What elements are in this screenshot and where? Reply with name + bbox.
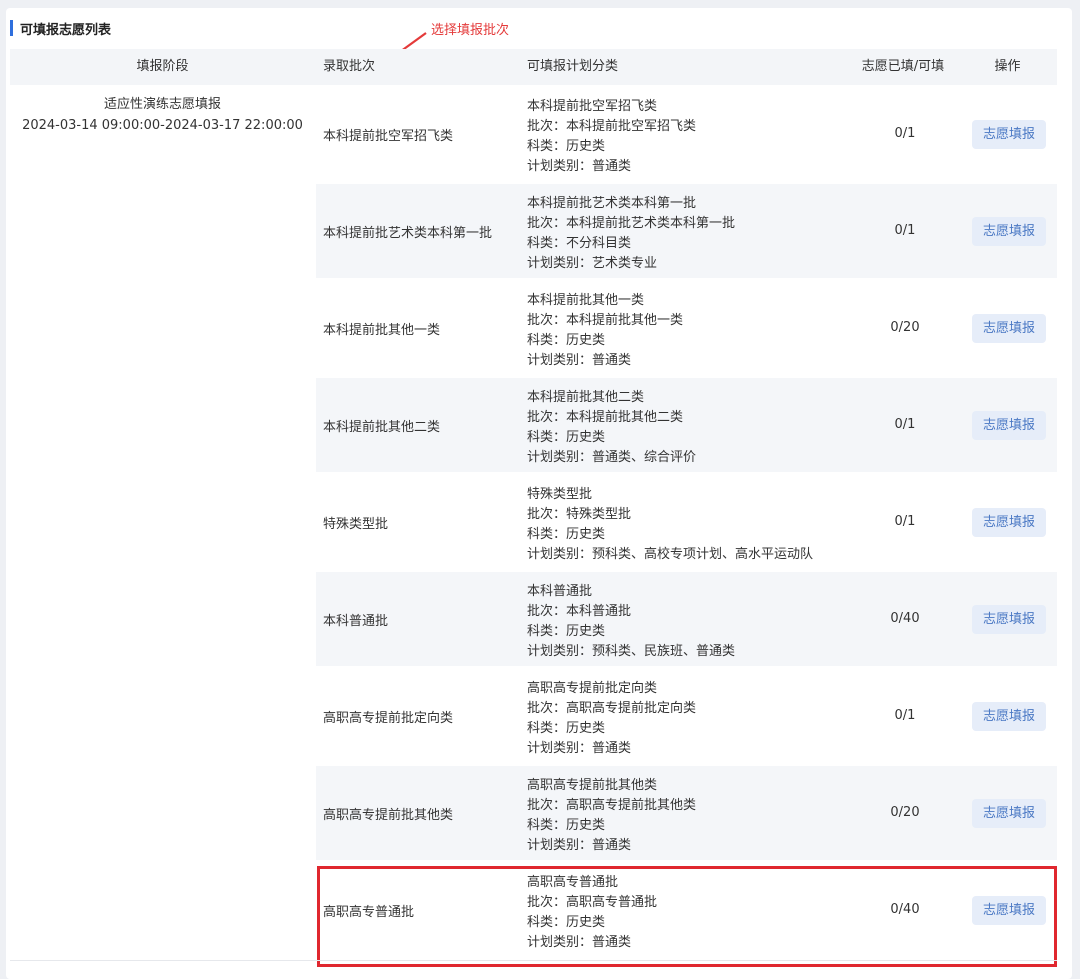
plan-line: 高职高专提前批其他类 [527,778,658,793]
fill-count: 0/1 [894,514,916,529]
plan-details: 本科提前批其他一类批次：本科提前批其他一类 科类：历史类计划类别：普通类 [527,291,683,371]
batch-name: 本科提前批艺术类本科第一批 [323,225,493,241]
stage-name: 适应性演练志愿填报 [103,97,221,112]
section-title-text: 可填报志愿列表 [20,22,112,38]
plan-details: 本科提前批空军招飞类批次：本科提前批空军招飞类 科类：历史类计划类别：普通类 [527,97,696,177]
table-row: 本科提前批艺术类本科第一批 本科提前批艺术类本科第一批 批次：本科提前批艺术类本科第… [316,184,1057,278]
fill-count: 0/1 [894,708,916,723]
fill-application-button[interactable]: 志愿填报 [972,896,1046,925]
plan-line: 计划类别：普通类、综合评价 [527,450,697,465]
plan-line: 批次：高职高专普通批 [527,895,658,910]
plan-details: 本科提前批其他二类批次：本科提前批其他二类 科类：历史类计划类别：普通类、综合评价 [527,388,696,468]
table-row: 高职高专提前批其他类 高职高专提前批其他类 批次：高职高专提前批其他类 科类：历史类计… [316,766,1057,860]
batch-name: 特殊类型批 [323,516,389,532]
batch-name: 高职高专提前批其他类 [323,807,454,823]
batch-name: 本科普通批 [323,613,389,629]
plan-line: 高职高专提前批定向类 [527,681,658,696]
batch-name: 本科提前批空军招飞类 [323,128,454,144]
plan-line: 特殊类型批 [527,487,593,502]
plan-line: 批次：高职高专提前批其他类 [527,798,697,813]
batch-name: 高职高专提前批定向类 [323,710,454,726]
plan-line: 本科提前批其他二类 [527,390,645,405]
table-row: 本科普通批 本科普通批 批次：本科普通批 科类：历史类 计划类别：预科类、民族班、普通类… [316,572,1057,666]
fill-application-button[interactable]: 志愿填报 [972,314,1046,343]
fill-count: 0/1 [894,126,916,141]
fill-application-button[interactable]: 志愿填报 [972,605,1046,634]
plan-details: 高职高专提前批其他类批次：高职高专提前批其他类 科类：历史类计划类别：普通类 [527,776,696,856]
header-operation: 操作 [994,59,1021,74]
fill-application-button[interactable]: 志愿填报 [972,120,1046,149]
fill-application-button[interactable]: 志愿填报 [972,799,1046,828]
table-row: 本科提前批其他一类 本科提前批其他一类 批次：本科提前批其他一类 科类：历史类 计划类别… [316,281,1057,375]
table-header: 填报阶段 录取批次 可填报计划分类 志愿已填/可填 操作 [10,49,1057,85]
plan-line: 高职高专普通批 [527,875,619,890]
fill-count: 0/1 [894,223,916,238]
plan-details: 本科普通批批次：本科普通批 科类：历史类计划类别：预科类、民族班、普通类 [527,582,735,662]
header-count: 志愿已填/可填 [861,59,945,74]
plan-line: 科类：不分科目类 [527,236,632,251]
plan-line: 批次：本科提前批艺术类本科第一批 [527,216,736,231]
plan-line: 本科提前批其他一类 [527,293,645,308]
batch-name: 本科提前批其他二类 [323,419,441,435]
plan-line: 批次：特殊类型批 [527,507,632,522]
plan-line: 科类：历史类 [527,139,606,154]
plan-line: 科类：历史类 [527,721,606,736]
plan-line: 计划类别：预科类、高校专项计划、高水平运动队 [527,547,814,562]
plan-line: 批次：本科提前批其他二类 [527,410,684,425]
plan-details: 高职高专提前批定向类批次：高职高专提前批定向类 科类：历史类计划类别：普通类 [527,679,696,759]
plan-line: 本科普通批 [527,584,593,599]
annotation-text: 选择填报批次 [431,23,510,38]
plan-line: 科类：历史类 [527,527,606,542]
plan-line: 计划类别：普通类 [527,935,632,950]
plan-line: 批次：本科普通批 [527,604,632,619]
plan-details: 特殊类型批批次：特殊类型批 科类：历史类计划类别：预科类、高校专项计划、高水平运动… [527,485,813,565]
plan-line: 科类：历史类 [527,430,606,445]
plan-line: 科类：历史类 [527,624,606,639]
plan-line: 计划类别：艺术类专业 [527,256,658,271]
plan-details: 本科提前批艺术类本科第一批批次：本科提前批艺术类本科第一批 科类：不分科目类计划类… [527,194,735,274]
table-row: 特殊类型批 特殊类型批 批次：特殊类型批 科类：历史类 计划类别：预科类、高校专项计划、… [316,475,1057,569]
plan-line: 批次：高职高专提前批定向类 [527,701,697,716]
title-accent-bar [10,20,13,36]
fill-application-button[interactable]: 志愿填报 [972,411,1046,440]
fill-count: 0/20 [890,805,920,820]
plan-line: 本科提前批空军招飞类 [527,99,658,114]
plan-details: 高职高专普通批批次：高职高专普通批 科类：历史类计划类别：普通类 [527,873,657,953]
plan-line: 计划类别：普通类 [527,353,632,368]
fill-application-button[interactable]: 志愿填报 [972,702,1046,731]
fill-count: 0/1 [894,417,916,432]
plan-line: 计划类别：预科类、民族班、普通类 [527,644,736,659]
table-row: 本科提前批其他二类 本科提前批其他二类 批次：本科提前批其他二类 科类：历史类 计划类别… [316,378,1057,472]
plan-line: 科类：历史类 [527,915,606,930]
stage-period: 2024-03-14 09:00:00-2024-03-17 22:00:00 [22,118,303,133]
fill-count: 0/40 [890,902,920,917]
plan-line: 批次：本科提前批空军招飞类 [527,119,697,134]
table-row: 高职高专提前批定向类 高职高专提前批定向类 批次：高职高专提前批定向类 科类：历史类计… [316,669,1057,763]
section-title: 可填报志愿列表 [10,19,112,38]
plan-line: 科类：历史类 [527,333,606,348]
header-batch: 录取批次 [323,59,376,74]
fill-application-button[interactable]: 志愿填报 [972,217,1046,246]
fill-count: 0/40 [890,611,920,626]
plan-line: 本科提前批艺术类本科第一批 [527,196,697,211]
plan-line: 计划类别：普通类 [527,159,632,174]
stage-cell: 适应性演练志愿填报 2024-03-14 09:00:00-2024-03-17… [10,94,315,136]
header-plan: 可填报计划分类 [527,59,619,74]
plan-line: 计划类别：普通类 [527,838,632,853]
batch-name: 高职高专普通批 [323,904,415,920]
plan-line: 科类：历史类 [527,818,606,833]
fill-count: 0/20 [890,320,920,335]
header-stage: 填报阶段 [136,59,189,74]
table-row: 本科提前批空军招飞类 本科提前批空军招飞类 批次：本科提前批空军招飞类 科类：历史类计… [316,87,1057,181]
plan-line: 计划类别：普通类 [527,741,632,756]
fill-application-button[interactable]: 志愿填报 [972,508,1046,537]
table-row: 高职高专普通批 高职高专普通批 批次：高职高专普通批 科类：历史类 计划类别：普通类 0/… [316,863,1057,957]
batch-name: 本科提前批其他一类 [323,322,441,338]
table-bottom-divider [10,960,1057,961]
plan-line: 批次：本科提前批其他一类 [527,313,684,328]
